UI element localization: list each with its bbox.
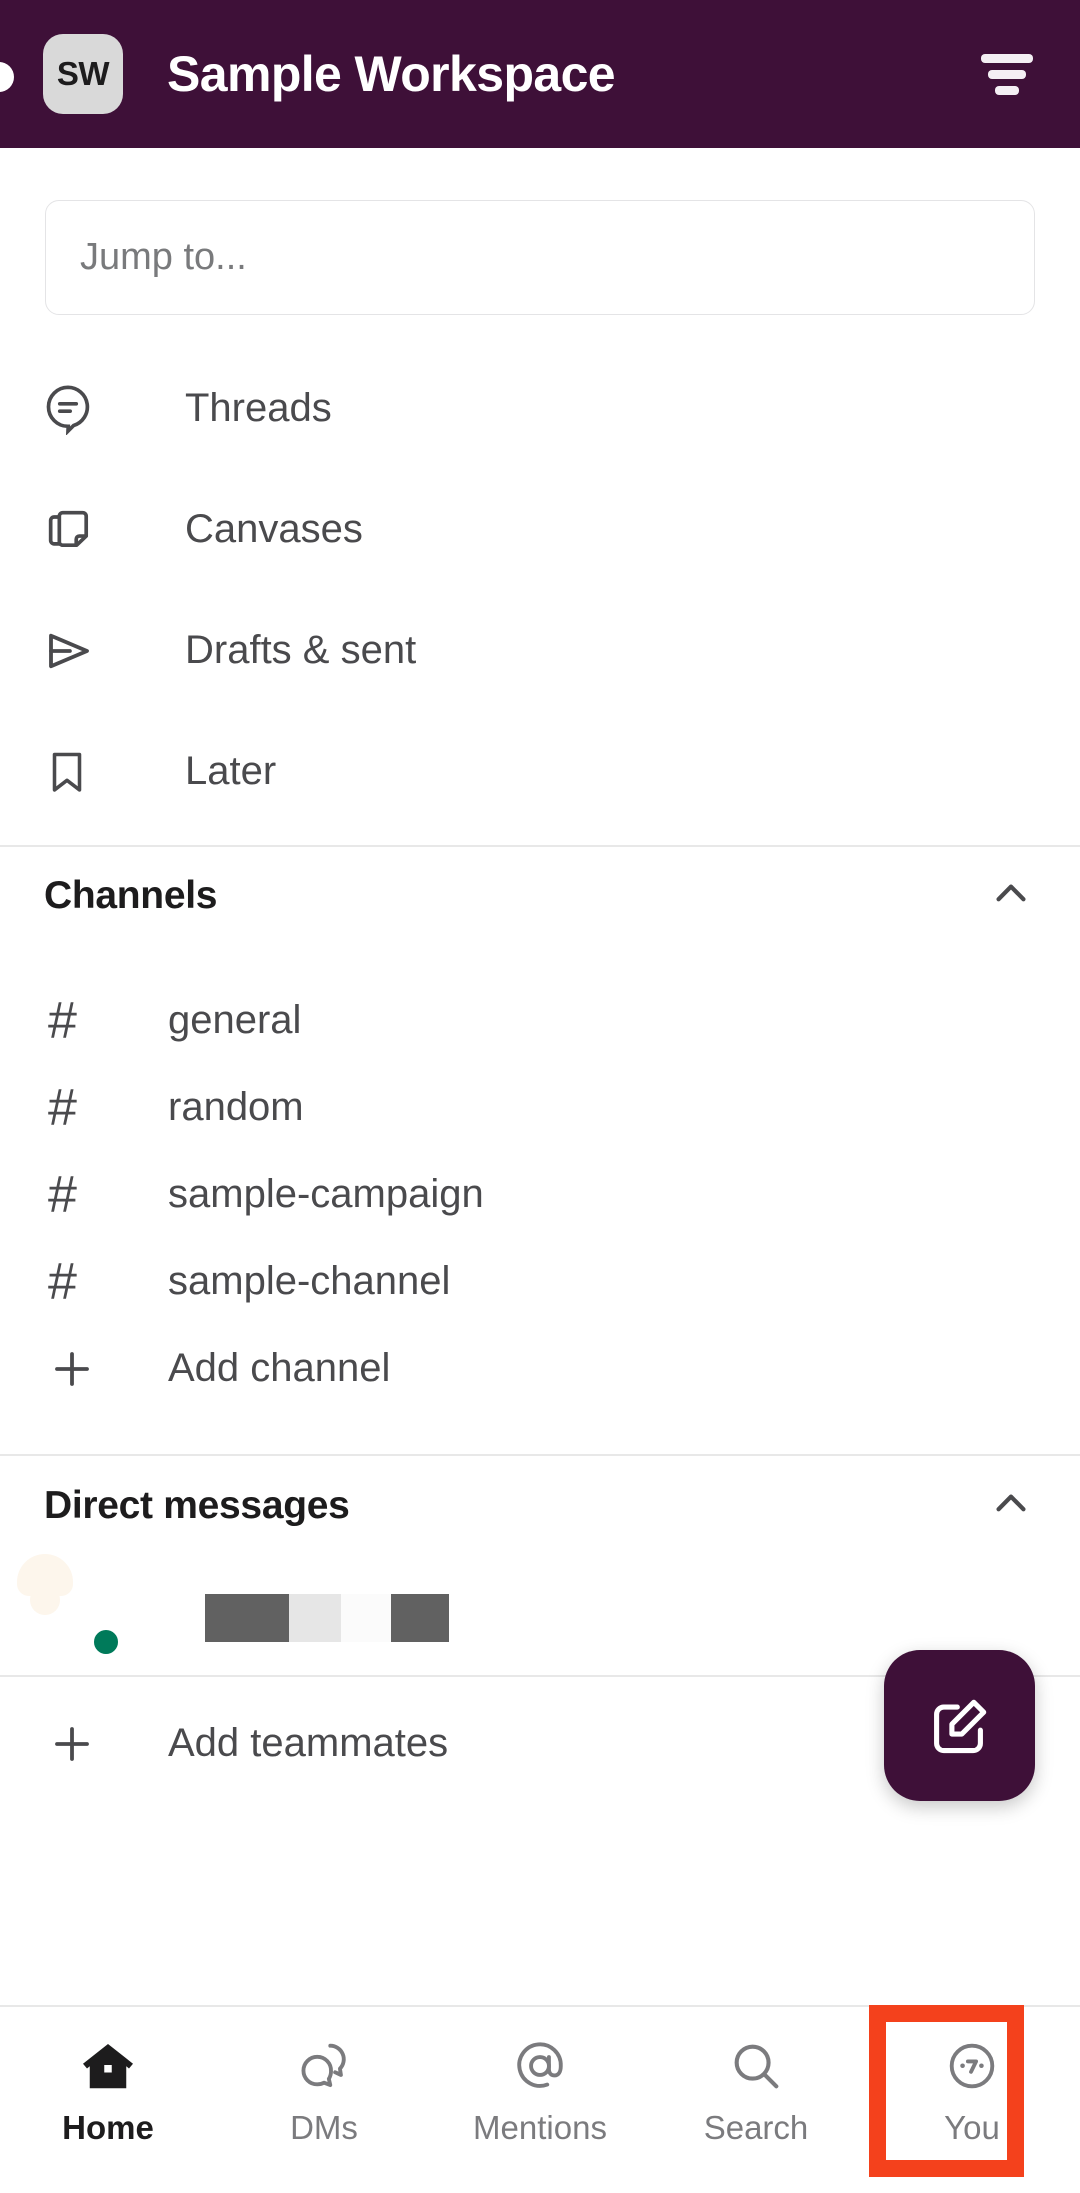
- edge-dot-indicator: [0, 62, 14, 92]
- workspace-avatar-initials: SW: [56, 55, 110, 92]
- filter-bar-1: [981, 53, 1033, 63]
- bottom-navigation-bar: Home DMs Mentions Search You: [0, 2005, 1080, 2193]
- presence-online-indicator: [89, 1625, 123, 1659]
- sidebar-item-label: Drafts & sent: [185, 628, 417, 672]
- sidebar-item-label: Threads: [185, 386, 332, 430]
- hash-icon: #: [48, 1252, 77, 1311]
- add-teammates-label: Add teammates: [168, 1721, 449, 1765]
- tab-mentions[interactable]: Mentions: [432, 2007, 648, 2193]
- search-input[interactable]: [80, 236, 939, 279]
- search-icon: [727, 2035, 785, 2097]
- chevron-up-icon[interactable]: [988, 871, 1034, 922]
- redaction-block: [449, 1594, 485, 1642]
- plus-icon: [48, 1345, 106, 1393]
- channels-section-header[interactable]: Channels: [0, 848, 1080, 944]
- you-face-icon: [943, 2035, 1001, 2097]
- channel-name: sample-campaign: [168, 1172, 484, 1216]
- add-channel-label: Add channel: [168, 1346, 391, 1390]
- later-bookmark-icon: [42, 747, 120, 797]
- workspace-avatar[interactable]: SW: [43, 34, 123, 114]
- section-divider: [0, 1454, 1080, 1456]
- channel-name: general: [168, 998, 302, 1042]
- filter-bar-3: [995, 85, 1019, 95]
- plus-icon: [48, 1720, 106, 1768]
- drafts-sent-icon: [42, 624, 120, 678]
- sidebar-item-label: Later: [185, 749, 277, 793]
- redaction-block: [391, 1594, 449, 1642]
- tab-label: DMs: [290, 2109, 358, 2146]
- hash-icon: #: [48, 1165, 77, 1224]
- direct-messages-section-header[interactable]: Direct messages: [0, 1458, 1080, 1554]
- threads-icon: [42, 383, 120, 435]
- hash-icon: #: [48, 1078, 77, 1137]
- tab-dms[interactable]: DMs: [216, 2007, 432, 2193]
- dms-icon: [295, 2035, 353, 2097]
- avatar: [17, 1554, 123, 1659]
- hash-icon: #: [48, 991, 77, 1050]
- tab-label: Mentions: [473, 2109, 607, 2146]
- filter-icon[interactable]: [976, 50, 1038, 98]
- tab-label: Home: [62, 2109, 154, 2146]
- direct-messages-section-title: Direct messages: [44, 1484, 350, 1527]
- tab-label: You: [944, 2109, 1000, 2146]
- filter-bar-2: [988, 69, 1026, 79]
- tab-home[interactable]: Home: [0, 2007, 216, 2193]
- redaction-block: [341, 1594, 391, 1642]
- app-header: SW Sample Workspace: [0, 0, 1080, 148]
- canvases-icon: [42, 504, 120, 556]
- redaction-block: [289, 1594, 341, 1642]
- dm-name-redacted: [205, 1593, 485, 1643]
- sidebar-item-drafts-sent[interactable]: Drafts & sent: [0, 590, 1080, 711]
- chevron-up-icon[interactable]: [988, 1481, 1034, 1532]
- redaction-block: [205, 1594, 289, 1642]
- sidebar-item-later[interactable]: Later: [0, 711, 1080, 832]
- tab-you[interactable]: You: [864, 2007, 1080, 2193]
- sidebar-item-threads[interactable]: Threads: [0, 348, 1080, 469]
- at-mention-icon: [511, 2035, 569, 2097]
- channel-name: random: [168, 1085, 304, 1129]
- channels-section-title: Channels: [44, 874, 218, 917]
- jump-to-search-box[interactable]: [45, 200, 1035, 315]
- section-divider: [0, 845, 1080, 847]
- compose-button[interactable]: [884, 1650, 1035, 1801]
- sidebar-item-label: Canvases: [185, 507, 363, 551]
- add-channel-button[interactable]: Add channel: [0, 1308, 1080, 1429]
- sidebar-item-canvases[interactable]: Canvases: [0, 469, 1080, 590]
- channel-name: sample-channel: [168, 1259, 451, 1303]
- workspace-title[interactable]: Sample Workspace: [167, 45, 616, 103]
- tab-label: Search: [703, 2109, 809, 2146]
- home-icon: [78, 2035, 138, 2097]
- tab-search[interactable]: Search: [648, 2007, 864, 2193]
